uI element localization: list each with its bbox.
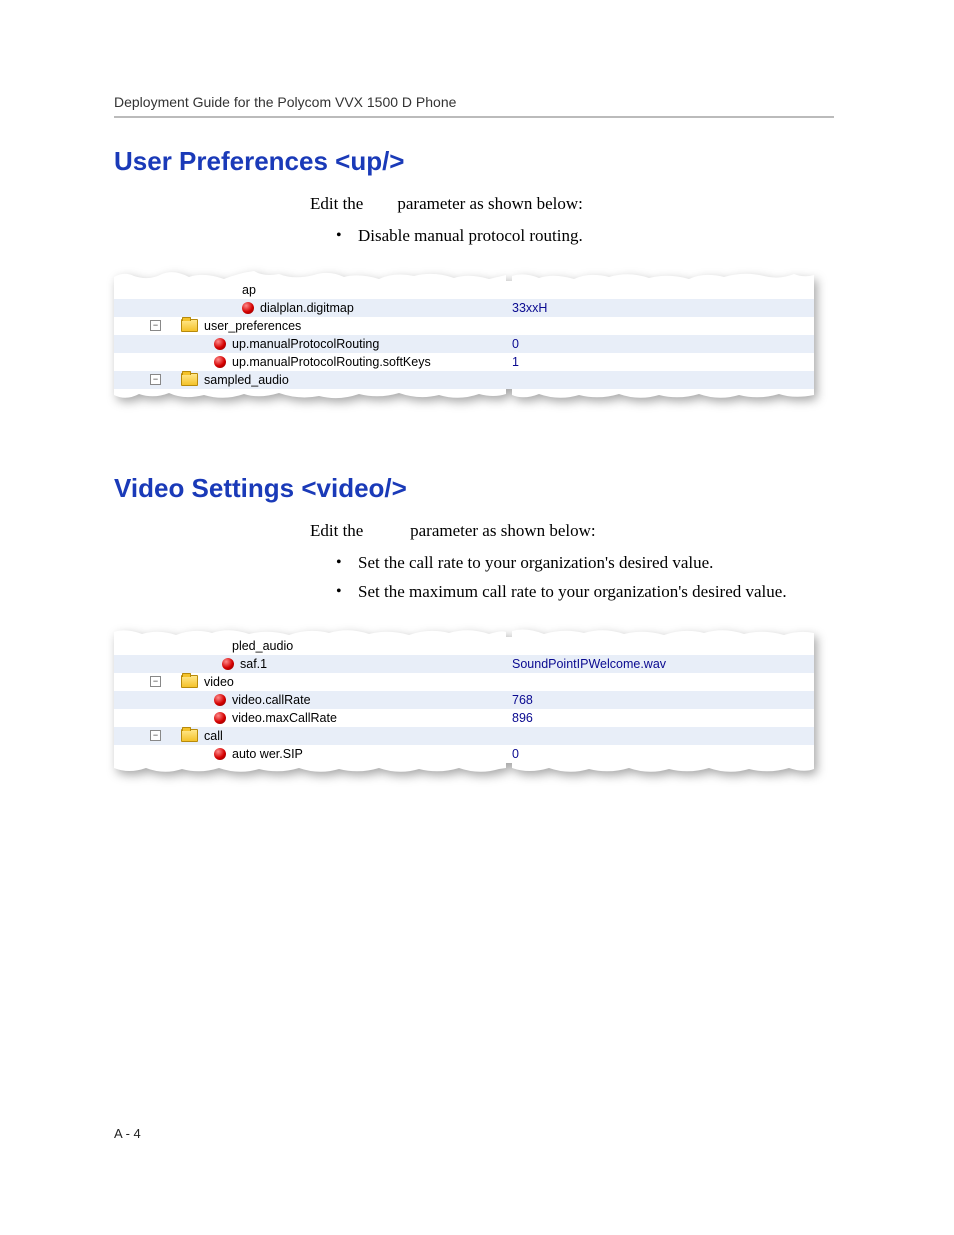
tree-value: 896 [506, 709, 814, 727]
folder-icon [181, 675, 198, 688]
tree-value [506, 637, 814, 655]
bullet-item: Set the call rate to your organization's… [336, 549, 834, 578]
bullet-list: Disable manual protocol routing. [336, 222, 834, 251]
tree-row[interactable]: saf.1 SoundPointIPWelcome.wav [114, 655, 814, 673]
intro-part1: Edit the [310, 194, 363, 213]
intro-part2: parameter as shown below: [410, 521, 596, 540]
bullet-item: Disable manual protocol routing. [336, 222, 834, 251]
tree-value: 0 [506, 745, 814, 763]
tree-node-label: ap [242, 283, 256, 297]
page-header: Deployment Guide for the Polycom VVX 150… [114, 94, 834, 118]
leaf-icon [214, 712, 226, 724]
tree-node-label: saf.1 [240, 657, 267, 671]
collapse-icon[interactable]: − [150, 676, 161, 687]
tree-value [506, 317, 814, 335]
tree-row[interactable]: auto wer.SIP 0 [114, 745, 814, 763]
intro-part2: parameter as shown below: [397, 194, 583, 213]
intro-part1: Edit the [310, 521, 363, 540]
section-heading-video: Video Settings <video/> [114, 473, 834, 504]
collapse-icon[interactable]: − [150, 320, 161, 331]
tree-row[interactable]: up.manualProtocolRouting.softKeys 1 [114, 353, 814, 371]
tree-row[interactable]: dialplan.digitmap 33xxH [114, 299, 814, 317]
tree-node-label: dialplan.digitmap [260, 301, 354, 315]
tree-row[interactable]: − user_preferences [114, 317, 814, 335]
intro-text: Edit the parameter as shown below: [310, 194, 834, 214]
leaf-icon [214, 338, 226, 350]
page-number: A - 4 [114, 1126, 141, 1141]
tree-node-label: auto wer.SIP [232, 747, 303, 761]
leaf-icon [222, 658, 234, 670]
intro-text: Edit the parameter as shown below: [310, 521, 834, 541]
tree-value [506, 281, 814, 299]
torn-edge-top [114, 625, 814, 637]
bullet-list: Set the call rate to your organization's… [336, 549, 834, 607]
tree-row[interactable]: − call [114, 727, 814, 745]
leaf-icon [242, 302, 254, 314]
tree-row[interactable]: ap [114, 281, 814, 299]
tree-value [506, 727, 814, 745]
collapse-icon[interactable]: − [150, 374, 161, 385]
tree-value [506, 371, 814, 389]
tree-row[interactable]: − sampled_audio [114, 371, 814, 389]
tree-value: 768 [506, 691, 814, 709]
leaf-icon [214, 748, 226, 760]
tree-row[interactable]: − video [114, 673, 814, 691]
folder-icon [181, 319, 198, 332]
tree-node-label: up.manualProtocolRouting.softKeys [232, 355, 431, 369]
tree-value: SoundPointIPWelcome.wav [506, 655, 814, 673]
leaf-icon [214, 694, 226, 706]
tree-row[interactable]: up.manualProtocolRouting 0 [114, 335, 814, 353]
tree-value: 1 [506, 353, 814, 371]
tree-node-label: video.callRate [232, 693, 311, 707]
config-tree-video: pled_audio saf.1 SoundPointIPWelcome.wav… [114, 625, 814, 777]
tree-value: 0 [506, 335, 814, 353]
tree-node-label: video.maxCallRate [232, 711, 337, 725]
section-heading-up: User Preferences <up/> [114, 146, 834, 177]
tree-row[interactable]: video.callRate 768 [114, 691, 814, 709]
tree-row[interactable]: pled_audio [114, 637, 814, 655]
torn-edge-top [114, 269, 814, 281]
tree-value: 33xxH [506, 299, 814, 317]
tree-node-label: pled_audio [232, 639, 293, 653]
tree-node-label: sampled_audio [204, 373, 289, 387]
tree-row[interactable]: video.maxCallRate 896 [114, 709, 814, 727]
torn-edge-bottom [114, 389, 814, 403]
folder-icon [181, 729, 198, 742]
tree-node-label: video [204, 675, 234, 689]
leaf-icon [214, 356, 226, 368]
config-tree-up: ap dialplan.digitmap 33xxH − user_prefere… [114, 269, 814, 403]
tree-node-label: up.manualProtocolRouting [232, 337, 379, 351]
tree-node-label: user_preferences [204, 319, 301, 333]
collapse-icon[interactable]: − [150, 730, 161, 741]
bullet-item: Set the maximum call rate to your organi… [336, 578, 834, 607]
torn-edge-bottom [114, 763, 814, 777]
folder-icon [181, 373, 198, 386]
tree-node-label: call [204, 729, 223, 743]
tree-value [506, 673, 814, 691]
